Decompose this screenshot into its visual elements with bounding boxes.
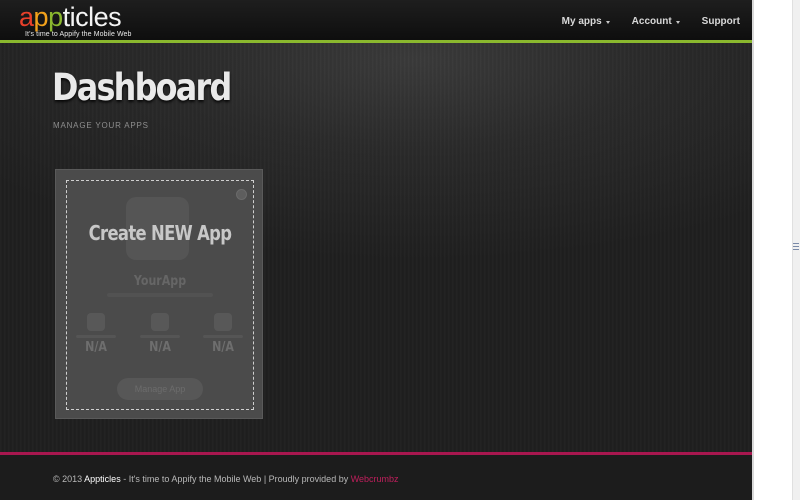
scrollbar-grip-icon[interactable]	[793, 243, 799, 251]
page-title: Dashboard	[52, 66, 232, 109]
stat-1-label-placeholder	[76, 335, 116, 338]
logo-letter-p2: p	[48, 2, 63, 32]
chevron-down-icon	[605, 20, 610, 24]
logo-letters-rest: ticles	[62, 2, 122, 32]
app-description-placeholder	[107, 293, 213, 297]
nav-my-apps-label: My apps	[561, 16, 602, 27]
stat-1-value: N/A	[85, 340, 107, 355]
nav-support-label: Support	[701, 16, 740, 27]
top-navbar: appticles It's time to Appify the Mobile…	[0, 0, 752, 43]
manage-app-button: Manage App	[117, 378, 203, 400]
nav-my-apps[interactable]: My apps	[562, 16, 610, 27]
window-edge	[752, 0, 754, 500]
page-viewport: appticles It's time to Appify the Mobile…	[0, 0, 752, 500]
app-name-placeholder: YourApp	[133, 274, 187, 289]
chevron-down-icon	[675, 20, 680, 24]
stat-3-label-placeholder	[203, 335, 243, 338]
device-icon	[151, 313, 169, 331]
nav-account[interactable]: Account	[632, 16, 680, 27]
stat-3: N/A	[198, 313, 248, 355]
page-subtitle: MANAGE YOUR APPS	[53, 121, 149, 130]
stat-2-label-placeholder	[140, 335, 180, 338]
logo-letter-a: a	[19, 2, 34, 32]
stat-1: N/A	[71, 313, 121, 355]
stat-3-value: N/A	[212, 340, 234, 355]
footer-copyright: © 2013	[53, 474, 85, 484]
close-icon	[236, 189, 247, 200]
stat-2: N/A	[135, 313, 185, 355]
nav-support[interactable]: Support	[702, 16, 740, 27]
logo-tagline: It's time to Appify the Mobile Web	[25, 31, 132, 38]
footer-brand-link[interactable]: Appticles	[84, 474, 121, 484]
footer-webcrumbz-link[interactable]: Webcrumbz	[351, 474, 399, 484]
nav-account-label: Account	[631, 16, 672, 27]
box-icon	[214, 313, 232, 331]
stat-2-value: N/A	[149, 340, 171, 355]
create-app-dropzone[interactable]: Create NEW App YourApp N/A N/A N/A Manag…	[66, 180, 254, 410]
footer-text: © 2013 Appticles - It's time to Appify t…	[53, 474, 399, 484]
footer: © 2013 Appticles - It's time to Appify t…	[0, 455, 752, 500]
phone-icon	[87, 313, 105, 331]
create-app-card[interactable]: Create NEW App YourApp N/A N/A N/A Manag…	[55, 169, 263, 419]
create-new-app-label: Create NEW App	[88, 221, 232, 245]
footer-tagline: - It's time to Appify the Mobile Web | P…	[120, 474, 351, 484]
appticles-logo[interactable]: appticles	[19, 2, 122, 32]
main-nav: My apps Account Support	[562, 16, 740, 27]
logo-letter-p1: p	[33, 2, 49, 32]
